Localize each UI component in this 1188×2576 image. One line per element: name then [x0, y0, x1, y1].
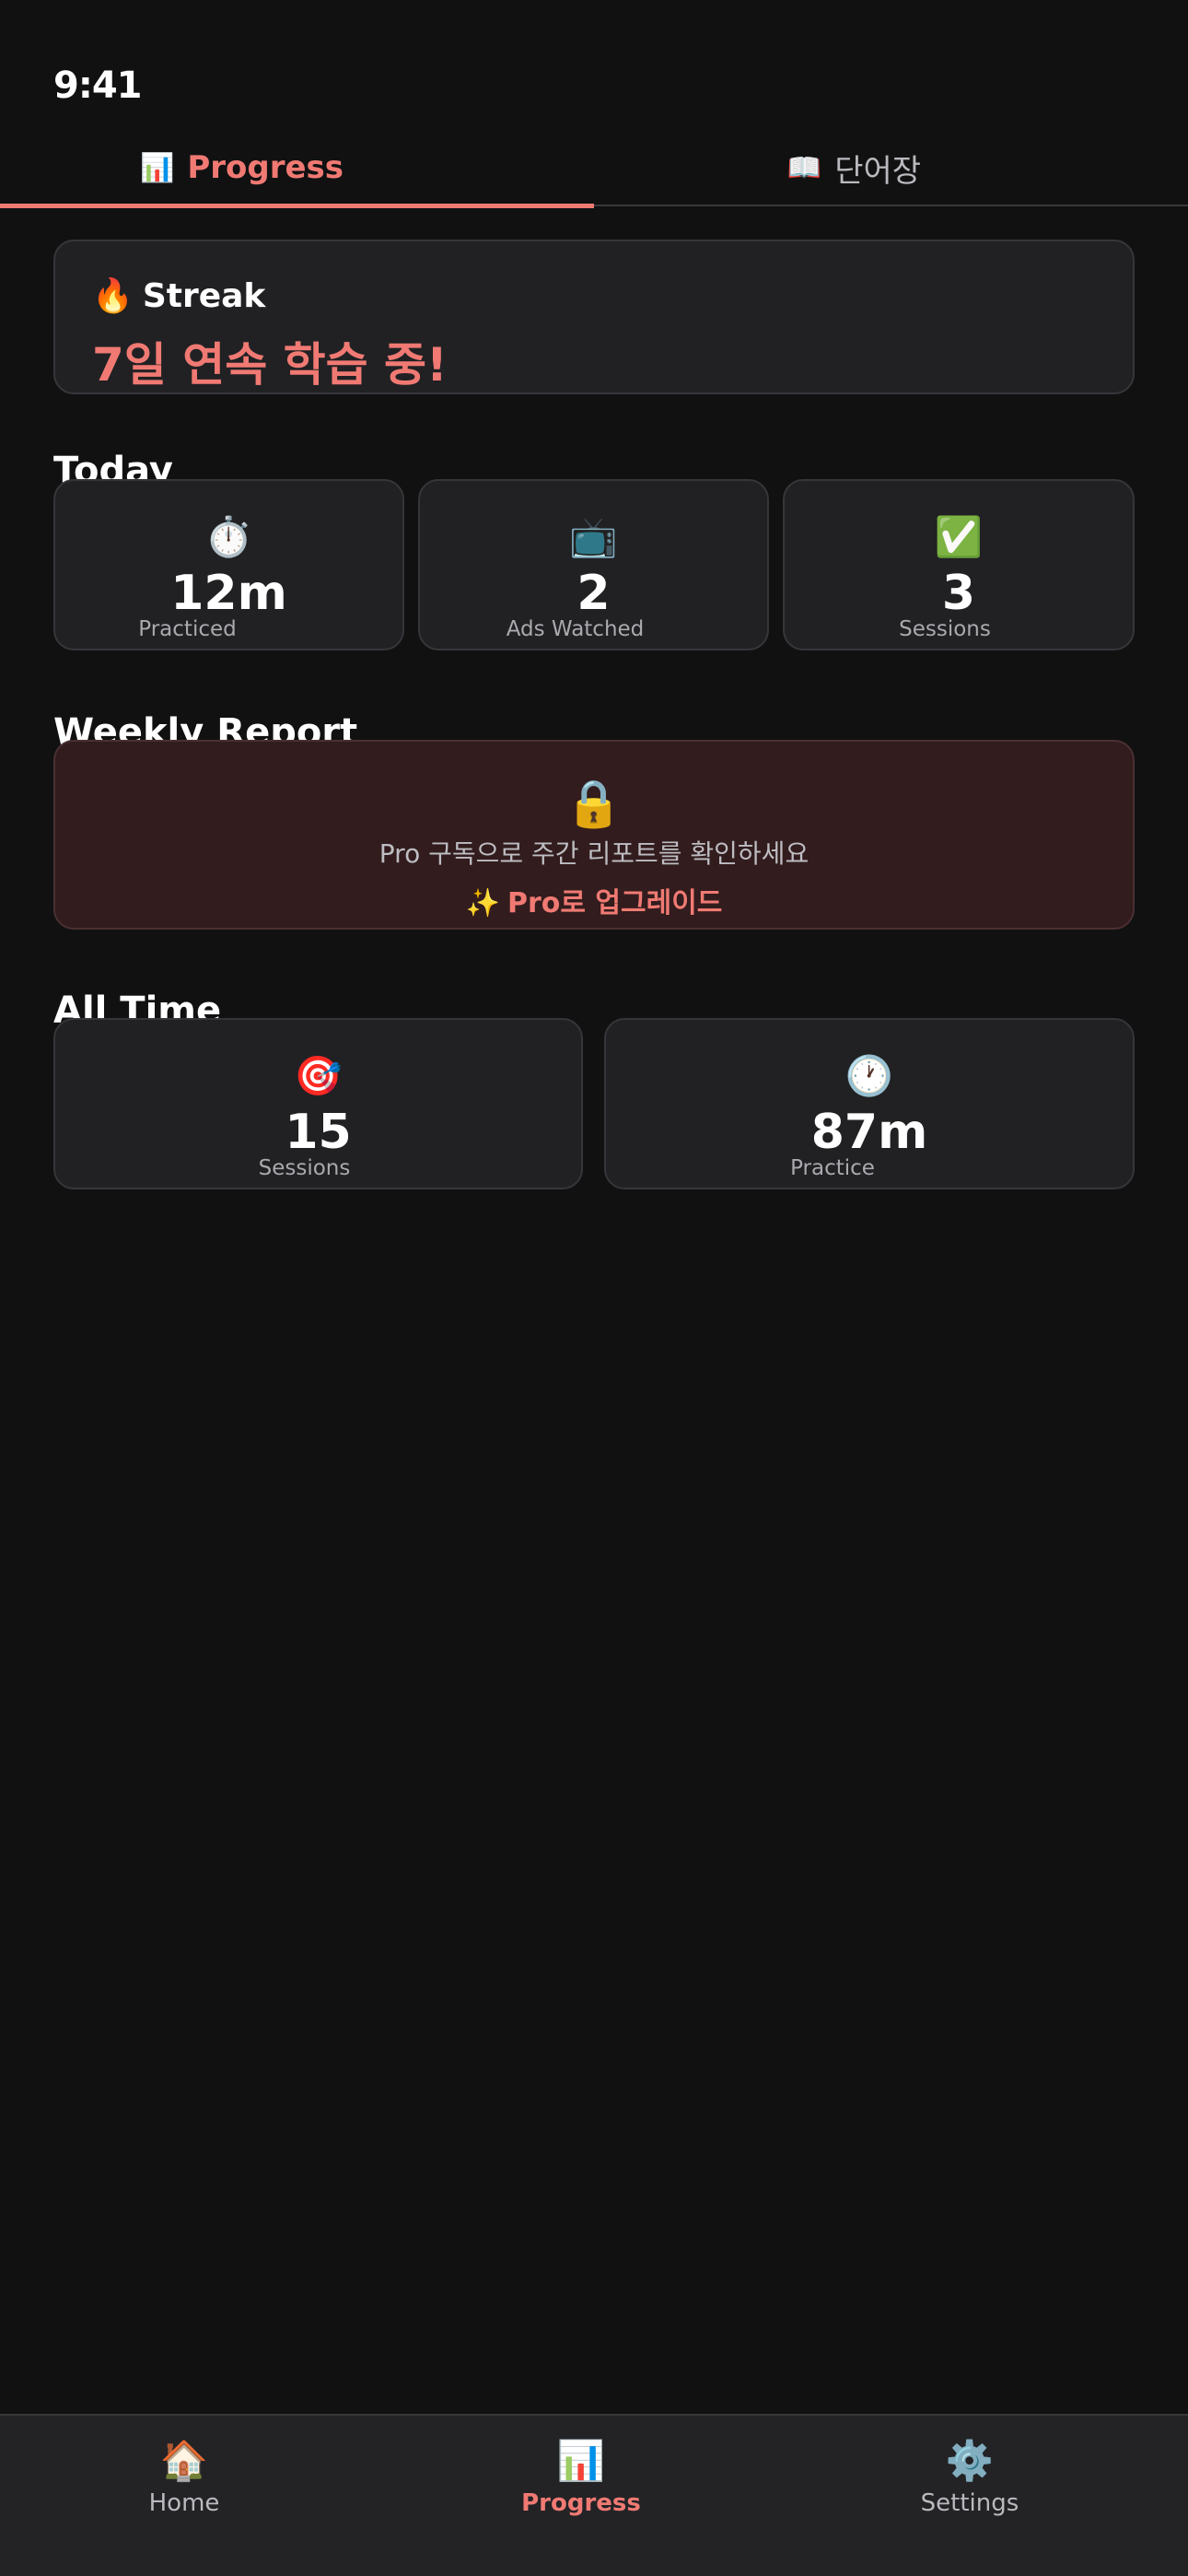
weekly-report-locked-card: 🔒 Pro 구독으로 주간 리포트를 확인하세요 ✨ Pro로 업그레이드 [53, 740, 1135, 930]
bar-chart-icon: 📊 [139, 151, 175, 184]
today-stat-sessions: ✅ 3 Sessions [783, 479, 1135, 650]
progress-screen: 9:41 📊 Progress 📖 단어장 🔥 Streak 7일 연속 학습 중… [0, 0, 1188, 2576]
nav-item-label: Settings [920, 2489, 1019, 2517]
status-bar-time: 9:41 [53, 64, 142, 107]
stat-label: Practiced [138, 617, 237, 641]
nav-item-settings[interactable]: ⚙️ Settings [859, 2436, 1080, 2517]
streak-value: 7일 연속 학습 중! [92, 338, 448, 392]
stat-value: 87m [810, 1105, 928, 1160]
nav-item-home[interactable]: 🏠 Home [74, 2436, 295, 2517]
stat-label: Ads Watched [506, 617, 645, 641]
nav-item-label: Home [148, 2489, 220, 2517]
sparkles-icon: ✨ [465, 887, 500, 919]
nav-item-label: Progress [521, 2489, 641, 2517]
tab-vocabulary[interactable]: 📖 단어장 [594, 129, 1188, 206]
tab-vocabulary-label: 단어장 [834, 152, 922, 190]
stat-value: 15 [285, 1105, 352, 1160]
target-icon: 🎯 [294, 1053, 343, 1098]
streak-title: 🔥 Streak [92, 276, 265, 315]
stat-label: Sessions [258, 1156, 351, 1180]
lock-icon: 🔒 [565, 777, 623, 830]
stat-value: 3 [941, 566, 976, 621]
television-icon: 📺 [569, 514, 618, 559]
stat-value: 12m [170, 566, 287, 621]
all-time-stat-sessions: 🎯 15 Sessions [53, 1018, 583, 1189]
stopwatch-icon: ⏱️ [204, 514, 253, 559]
stat-label: Sessions [899, 617, 991, 641]
bar-chart-icon: 📊 [556, 2438, 606, 2483]
house-icon: 🏠 [159, 2438, 209, 2483]
book-icon: 📖 [786, 151, 822, 184]
stat-label: Practice [790, 1156, 875, 1180]
all-time-stat-practice: 🕐 87m Practice [604, 1018, 1135, 1189]
streak-title-label: Streak [142, 277, 266, 315]
gear-icon: ⚙️ [945, 2438, 995, 2483]
check-mark-icon: ✅ [934, 514, 984, 559]
stat-value: 2 [577, 566, 611, 621]
today-stat-ads-watched: 📺 2 Ads Watched [418, 479, 769, 650]
streak-card: 🔥 Streak 7일 연속 학습 중! [53, 240, 1135, 394]
top-tab-bar: 📊 Progress 📖 단어장 [0, 129, 1188, 208]
fire-icon: 🔥 [92, 277, 134, 315]
today-stat-practiced: ⏱️ 12m Practiced [53, 479, 404, 650]
weekly-report-message: Pro 구독으로 주간 리포트를 확인하세요 [379, 838, 809, 869]
pro-upgrade-label: Pro로 업그레이드 [507, 887, 723, 919]
tab-progress[interactable]: 📊 Progress [0, 129, 594, 208]
tab-progress-label: Progress [187, 149, 344, 186]
bottom-navigation-bar: 🏠 Home 📊 Progress ⚙️ Settings [0, 2414, 1188, 2576]
clock-icon: 🕐 [844, 1053, 894, 1098]
nav-item-progress[interactable]: 📊 Progress [471, 2436, 692, 2517]
pro-upgrade-button[interactable]: ✨ Pro로 업그레이드 [55, 880, 1133, 920]
